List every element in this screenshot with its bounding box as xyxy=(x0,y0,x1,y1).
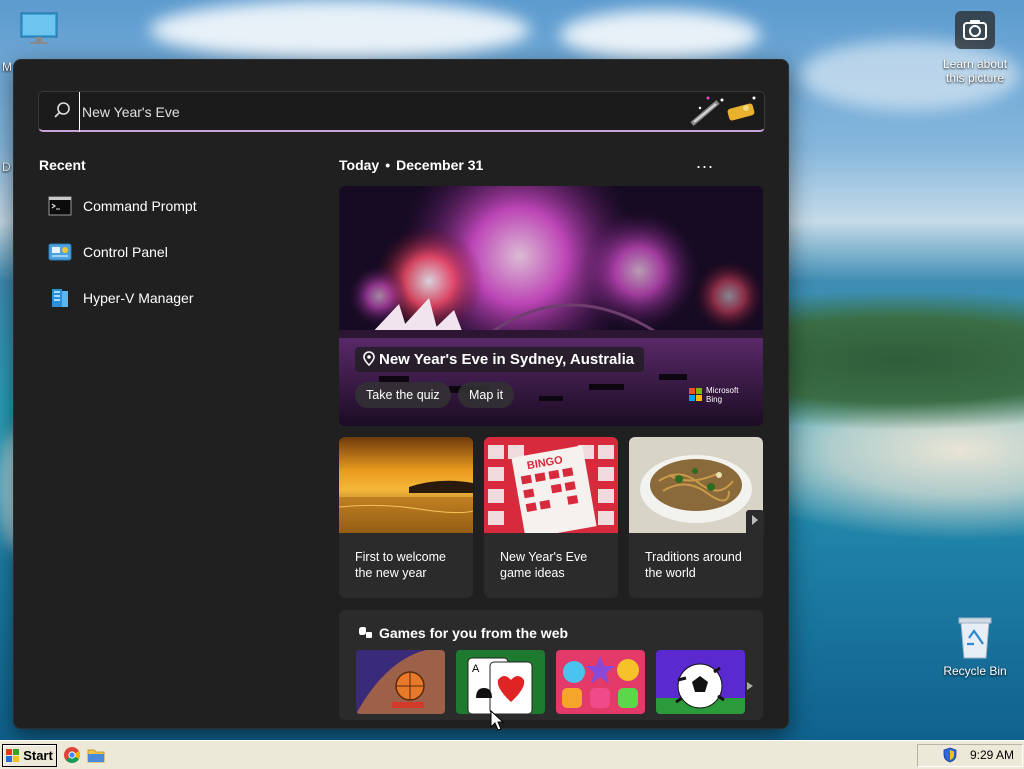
svg-text:A: A xyxy=(472,663,480,675)
taskbar: Start 9:29 AM xyxy=(0,740,1024,769)
desktop-icon-this-pc[interactable] xyxy=(16,12,62,49)
today-separator: • xyxy=(385,157,391,173)
map-it-button[interactable]: Map it xyxy=(458,382,515,408)
take-quiz-button[interactable]: Take the quiz xyxy=(355,382,451,408)
game-controller-icon xyxy=(359,627,372,638)
hero-title-text: New Year's Eve in Sydney, Australia xyxy=(379,351,635,368)
more-options-button[interactable]: ... xyxy=(696,152,714,173)
desktop-label-fragment-m: M xyxy=(2,60,12,74)
chevron-right-icon xyxy=(752,515,758,525)
party-popper-icon xyxy=(690,96,756,126)
card-first-to-welcome[interactable]: First to welcome the new year xyxy=(339,437,473,598)
windows-flag-icon xyxy=(6,749,20,762)
start-label: Start xyxy=(23,748,53,763)
chevron-right-icon xyxy=(747,682,753,690)
microsoft-bing-credit: Microsoft Bing xyxy=(689,386,738,404)
today-header: Today • December 31 xyxy=(339,157,483,173)
credit-line-1: Microsoft xyxy=(706,386,739,395)
soccer-game-image xyxy=(656,650,745,714)
game-tile-match3[interactable] xyxy=(556,650,645,714)
security-shield-icon[interactable] xyxy=(942,747,958,763)
recycle-bin[interactable]: Recycle Bin xyxy=(940,614,1010,678)
card-traditions[interactable]: Traditions around the world xyxy=(629,437,763,598)
card-caption: First to welcome the new year xyxy=(355,550,446,580)
solitaire-game-image: A xyxy=(456,650,545,714)
match-three-game-image xyxy=(556,650,645,714)
card-game-ideas[interactable]: BINGO New Year's Eve game ideas xyxy=(484,437,618,598)
search-input[interactable] xyxy=(79,92,644,132)
camera-icon xyxy=(955,11,995,49)
bingo-card-image: BINGO xyxy=(484,437,618,539)
recycle-bin-label: Recycle Bin xyxy=(943,664,1007,678)
recent-heading: Recent xyxy=(39,157,86,173)
recycle-bin-icon xyxy=(958,617,992,659)
recent-item-command-prompt[interactable]: Command Prompt xyxy=(48,191,298,221)
control-panel-icon xyxy=(48,243,72,261)
monitor-icon xyxy=(20,12,58,44)
recent-item-label: Command Prompt xyxy=(83,198,197,214)
game-tile-solitaire[interactable]: A xyxy=(456,650,545,714)
search-panel: Recent Command Prompt Control Panel Hype… xyxy=(13,59,789,729)
recent-item-label: Hyper-V Manager xyxy=(83,290,194,306)
hero-card[interactable]: New Year's Eve in Sydney, Australia Take… xyxy=(339,186,763,426)
games-section: Games for you from the web A xyxy=(339,610,763,720)
taskbar-clock[interactable]: 9:29 AM xyxy=(970,748,1014,762)
search-box[interactable] xyxy=(38,91,765,132)
location-pin-icon xyxy=(363,351,375,367)
card-caption: Traditions around the world xyxy=(645,550,742,580)
recent-item-control-panel[interactable]: Control Panel xyxy=(48,237,298,267)
search-icon xyxy=(54,102,70,118)
file-explorer-icon[interactable] xyxy=(87,747,105,763)
microsoft-logo-icon xyxy=(689,388,702,401)
today-label: Today xyxy=(339,157,380,173)
basketball-game-image xyxy=(356,650,445,714)
desktop-label-fragment-d: D xyxy=(2,160,11,174)
card-caption: New Year's Eve game ideas xyxy=(500,550,588,580)
command-prompt-icon xyxy=(48,196,72,216)
credit-line-2: Bing xyxy=(706,395,723,404)
game-tile-soccer[interactable] xyxy=(656,650,745,714)
hyper-v-manager-icon xyxy=(52,289,68,307)
system-tray: 9:29 AM xyxy=(917,744,1023,767)
learn-about-picture[interactable]: Learn about this picture xyxy=(938,11,1012,85)
hero-title[interactable]: New Year's Eve in Sydney, Australia xyxy=(355,347,645,372)
recent-item-label: Control Panel xyxy=(83,244,168,260)
sunset-image xyxy=(339,437,473,533)
today-date: December 31 xyxy=(396,157,484,173)
game-tile-basketball[interactable] xyxy=(356,650,445,714)
start-button[interactable]: Start xyxy=(2,744,57,767)
cards-next-button[interactable] xyxy=(746,510,764,536)
noodle-bowl-image xyxy=(629,437,763,533)
mouse-cursor-icon xyxy=(490,710,504,731)
games-next-button[interactable] xyxy=(747,682,753,692)
chrome-icon[interactable] xyxy=(63,746,81,764)
games-title-text: Games for you from the web xyxy=(379,625,569,641)
learn-about-picture-label: Learn about this picture xyxy=(942,57,1008,85)
recent-item-hyper-v-manager[interactable]: Hyper-V Manager xyxy=(48,283,298,313)
games-title: Games for you from the web xyxy=(357,625,568,641)
